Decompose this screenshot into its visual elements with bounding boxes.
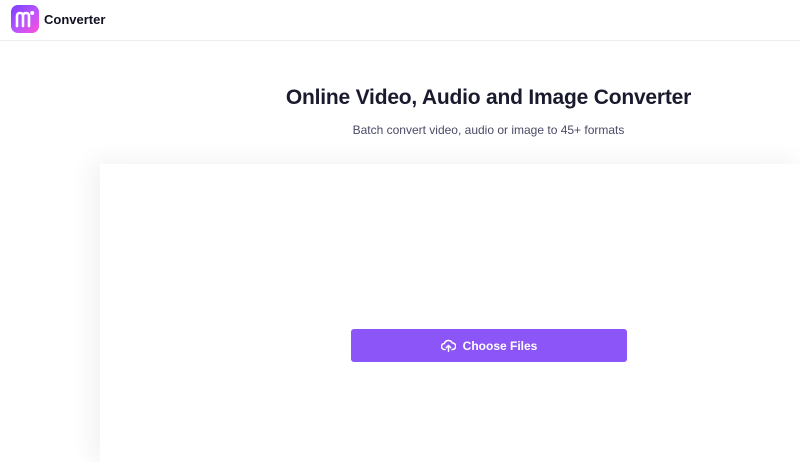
logo-m-icon xyxy=(15,11,35,28)
page-title: Online Video, Audio and Image Converter xyxy=(285,86,692,109)
upload-panel xyxy=(100,164,800,462)
cloud-upload-icon xyxy=(440,339,456,352)
page-subtitle: Batch convert video, audio or image to 4… xyxy=(352,123,625,137)
app-logo[interactable] xyxy=(11,5,39,33)
top-header: Converter xyxy=(0,0,800,41)
choose-files-label: Choose Files xyxy=(462,338,538,353)
choose-files-button[interactable]: Choose Files xyxy=(351,329,627,362)
brand-name[interactable]: Converter xyxy=(44,12,105,27)
